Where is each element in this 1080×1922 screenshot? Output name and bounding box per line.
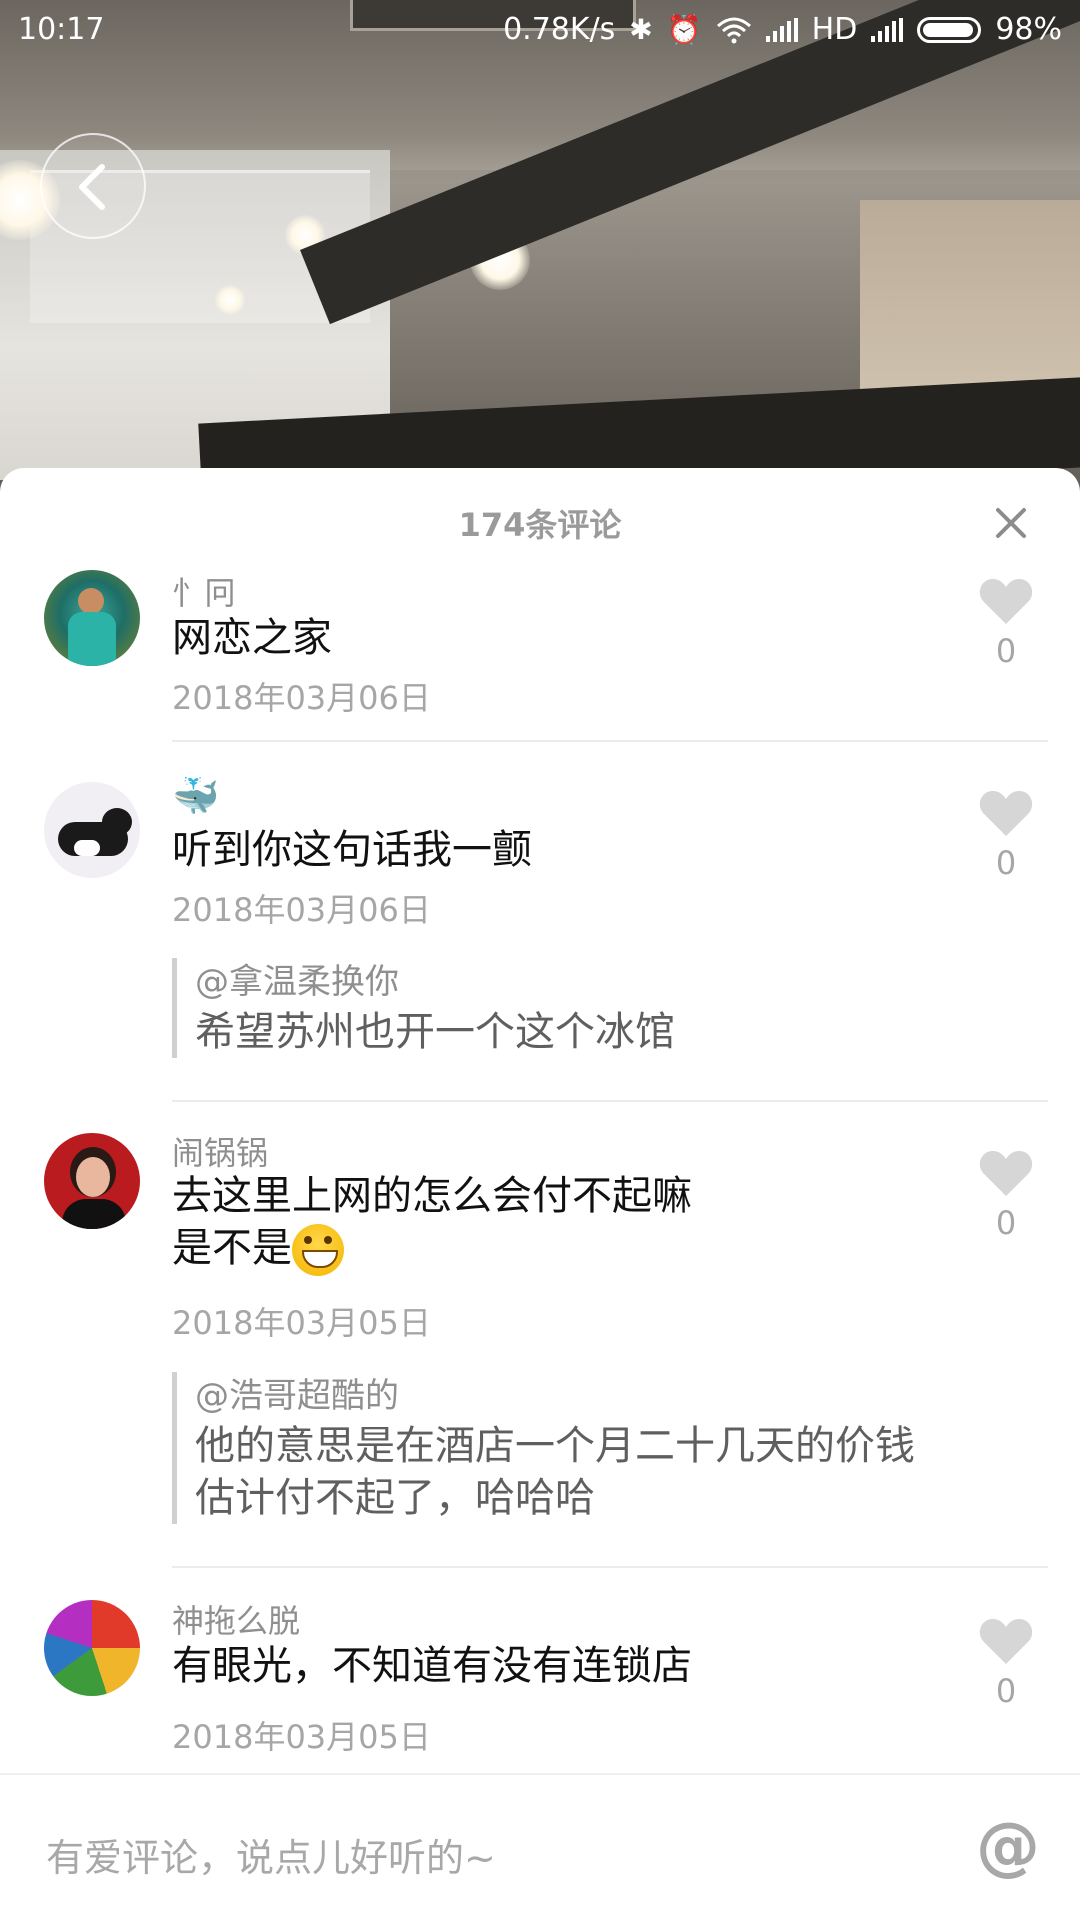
comment-text-line2-label: 是不是 — [172, 1225, 292, 1271]
back-button[interactable] — [40, 133, 146, 239]
divider — [172, 1100, 1048, 1102]
heart-icon — [979, 578, 1033, 624]
comment-count-title: 174条评论 — [458, 506, 622, 544]
signal-icon — [765, 17, 798, 42]
signal-icon-2 — [871, 17, 904, 42]
chevron-left-icon — [79, 164, 105, 210]
comment-text[interactable]: 有眼光，不知道有没有连锁店 — [172, 1640, 692, 1692]
reply-block[interactable]: @浩哥超酷的 他的意思是在酒店一个月二十几天的价钱 估计付不起了，哈哈哈 — [172, 1372, 915, 1524]
status-time: 10:17 — [18, 12, 105, 47]
like-button[interactable]: 0 — [976, 788, 1036, 882]
like-count: 0 — [995, 1204, 1017, 1242]
heart-icon — [979, 1618, 1033, 1664]
comment-date: 2018年03月05日 — [172, 1304, 431, 1342]
alarm-icon: ⏰ — [666, 13, 702, 46]
reply-text-line1: 他的意思是在酒店一个月二十几天的价钱 — [195, 1423, 915, 1469]
like-count: 0 — [995, 1672, 1017, 1710]
avatar[interactable] — [44, 1600, 140, 1696]
comment-date: 2018年03月06日 — [172, 679, 431, 717]
comment-date: 2018年03月06日 — [172, 891, 431, 929]
avatar[interactable] — [44, 782, 140, 878]
status-bar: 10:17 0.78K/s ✱ ⏰ HD 98% — [0, 0, 1080, 60]
grinning-emoji-icon — [292, 1224, 344, 1276]
divider — [172, 740, 1048, 742]
like-button[interactable]: 0 — [976, 1616, 1036, 1710]
comment-text-line2[interactable]: 是不是 — [172, 1222, 344, 1276]
net-speed: 0.78K/s — [503, 12, 616, 47]
comment-text[interactable]: 听到你这句话我一颤 — [172, 824, 532, 876]
battery-icon — [917, 16, 982, 43]
comment-username[interactable]: 🐳 — [172, 774, 219, 819]
close-icon[interactable] — [986, 498, 1036, 548]
comment-username[interactable]: 忄冋 — [172, 568, 236, 614]
comment-input-placeholder[interactable]: 有爱评论，说点儿好听的~ — [46, 1827, 496, 1882]
wifi-icon — [716, 17, 751, 43]
comment-text-line1[interactable]: 去这里上网的怎么会付不起嘛 — [172, 1170, 692, 1222]
comment-username[interactable]: 闹锅锅 — [172, 1128, 268, 1174]
comments-sheet: 174条评论 忄冋 网恋之家 2018年03月06日 0 🐳 听到你这句话我一颤… — [0, 468, 1080, 1920]
like-button[interactable]: 0 — [976, 1148, 1036, 1242]
battery-percent: 98% — [995, 12, 1062, 47]
reply-username[interactable]: @浩哥超酷的 — [195, 1372, 915, 1420]
comment-input-bar[interactable]: 有爱评论，说点儿好听的~ @ — [0, 1773, 1080, 1922]
avatar[interactable] — [44, 570, 140, 666]
divider — [172, 1566, 1048, 1568]
heart-icon — [979, 1150, 1033, 1196]
like-count: 0 — [995, 632, 1017, 670]
network-type: HD — [811, 12, 858, 47]
like-count: 0 — [995, 844, 1017, 882]
video-frame-wall-right — [860, 200, 1080, 400]
comment-username[interactable]: 神拖么脱 — [172, 1596, 300, 1642]
reply-text-line2: 估计付不起了，哈哈哈 — [195, 1475, 595, 1521]
bluetooth-icon: ✱ — [629, 13, 653, 46]
heart-icon — [979, 790, 1033, 836]
status-icons: 0.78K/s ✱ ⏰ HD 98% — [503, 12, 1062, 47]
video-frame-lamp — [215, 285, 245, 315]
video-player[interactable] — [0, 0, 1080, 520]
avatar[interactable] — [44, 1133, 140, 1229]
at-mention-button[interactable]: @ — [976, 1815, 1040, 1879]
reply-block[interactable]: @拿温柔换你 希望苏州也开一个这个冰馆 — [172, 958, 675, 1058]
like-button[interactable]: 0 — [976, 576, 1036, 670]
comment-date: 2018年03月05日 — [172, 1718, 431, 1756]
reply-text: 希望苏州也开一个这个冰馆 — [195, 1009, 675, 1055]
sheet-header: 174条评论 — [0, 468, 1080, 578]
comment-text[interactable]: 网恋之家 — [172, 612, 332, 664]
reply-username[interactable]: @拿温柔换你 — [195, 958, 675, 1006]
